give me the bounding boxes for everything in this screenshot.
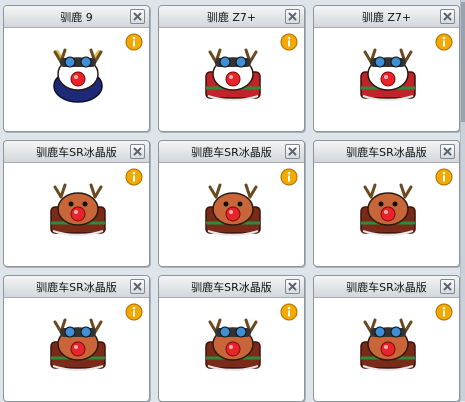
close-button[interactable] — [440, 279, 455, 294]
close-icon — [133, 147, 142, 156]
item-title: 驯鹿 Z7+ — [206, 11, 257, 24]
card-header: 驯鹿车SR冰晶版 — [314, 141, 459, 163]
card-header: 驯鹿车SR冰晶版 — [4, 141, 149, 163]
item-card[interactable]: 驯鹿车SR冰晶版 — [158, 275, 305, 402]
close-icon — [288, 282, 297, 291]
info-icon[interactable] — [125, 303, 143, 321]
item-grid: 驯鹿 9 驯鹿 Z7+ 驯鹿 Z7+ 驯鹿车SR冰晶版 驯鹿车SR冰晶版 驯鹿车… — [3, 5, 460, 402]
item-card[interactable]: 驯鹿车SR冰晶版 — [158, 140, 305, 267]
card-header: 驯鹿 Z7+ — [159, 6, 304, 28]
item-card[interactable]: 驯鹿车SR冰晶版 — [3, 275, 150, 402]
card-header: 驯鹿车SR冰晶版 — [4, 276, 149, 298]
close-icon — [133, 282, 142, 291]
item-card[interactable]: 驯鹿 9 — [3, 5, 150, 132]
item-title: 驯鹿车SR冰晶版 — [36, 281, 117, 294]
item-card[interactable]: 驯鹿 Z7+ — [158, 5, 305, 132]
item-card[interactable]: 驯鹿车SR冰晶版 — [313, 275, 460, 402]
card-header: 驯鹿车SR冰晶版 — [314, 276, 459, 298]
close-button[interactable] — [285, 279, 300, 294]
item-title: 驯鹿车SR冰晶版 — [346, 146, 427, 159]
reindeer-sleigh-icon — [353, 308, 423, 378]
item-title: 驯鹿 9 — [60, 11, 93, 24]
close-button[interactable] — [440, 9, 455, 24]
close-button[interactable] — [130, 279, 145, 294]
card-header: 驯鹿 9 — [4, 6, 149, 28]
close-icon — [288, 12, 297, 21]
card-header: 驯鹿车SR冰晶版 — [159, 276, 304, 298]
item-title: 驯鹿 Z7+ — [361, 11, 412, 24]
scrollbar-thumb[interactable] — [461, 2, 465, 122]
reindeer-sleigh-icon — [353, 173, 423, 243]
info-icon[interactable] — [435, 33, 453, 51]
close-icon — [443, 147, 452, 156]
item-title: 驯鹿车SR冰晶版 — [191, 146, 272, 159]
close-button[interactable] — [285, 144, 300, 159]
info-icon[interactable] — [125, 168, 143, 186]
close-icon — [443, 282, 452, 291]
item-title: 驯鹿车SR冰晶版 — [191, 281, 272, 294]
reindeer-sleigh-icon — [198, 308, 268, 378]
info-icon[interactable] — [435, 303, 453, 321]
reindeer-sleigh-icon — [43, 173, 113, 243]
close-button[interactable] — [130, 9, 145, 24]
item-card[interactable]: 驯鹿 Z7+ — [313, 5, 460, 132]
item-title: 驯鹿车SR冰晶版 — [346, 281, 427, 294]
close-button[interactable] — [440, 144, 455, 159]
card-header: 驯鹿车SR冰晶版 — [159, 141, 304, 163]
item-card[interactable]: 驯鹿车SR冰晶版 — [3, 140, 150, 267]
info-icon[interactable] — [280, 168, 298, 186]
card-header: 驯鹿 Z7+ — [314, 6, 459, 28]
info-icon[interactable] — [280, 33, 298, 51]
reindeer-kart-icon — [353, 38, 423, 108]
info-icon[interactable] — [280, 303, 298, 321]
item-card[interactable]: 驯鹿车SR冰晶版 — [313, 140, 460, 267]
reindeer-sleigh-icon — [43, 308, 113, 378]
item-title: 驯鹿车SR冰晶版 — [36, 146, 117, 159]
close-button[interactable] — [130, 144, 145, 159]
close-icon — [133, 12, 142, 21]
scrollbar[interactable] — [460, 0, 465, 401]
reindeer-creature-icon — [43, 38, 113, 108]
reindeer-sleigh-icon — [198, 173, 268, 243]
info-icon[interactable] — [125, 33, 143, 51]
close-icon — [443, 12, 452, 21]
reindeer-kart-icon — [198, 38, 268, 108]
close-button[interactable] — [285, 9, 300, 24]
close-icon — [288, 147, 297, 156]
info-icon[interactable] — [435, 168, 453, 186]
